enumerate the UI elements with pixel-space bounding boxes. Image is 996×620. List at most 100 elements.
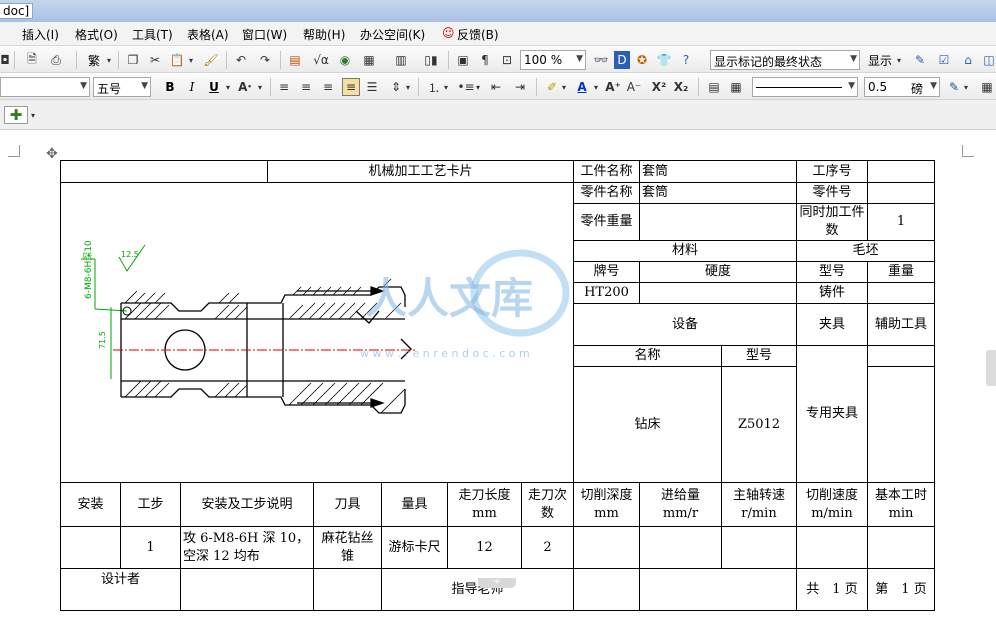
zoom-select[interactable]: 100 % ▼ <box>520 50 586 70</box>
subscript-icon[interactable]: X₂ <box>672 78 690 96</box>
row-spindle-speed <box>721 526 797 569</box>
chevron-down-icon[interactable]: ▾ <box>104 51 114 69</box>
grade-label: 牌号 <box>573 261 640 283</box>
document-map-icon[interactable]: ▣ <box>454 51 472 69</box>
menu-help[interactable]: 帮助(H) <box>303 26 345 43</box>
bullet-list-icon[interactable]: •≡ <box>457 78 474 96</box>
cut-icon[interactable]: ✂ <box>146 51 164 69</box>
d-icon[interactable]: D <box>614 51 630 69</box>
menu-insert[interactable]: 插入(I) <box>22 26 59 43</box>
reviewing-pane-icon[interactable]: ◫ <box>982 51 996 69</box>
undo-icon[interactable]: ↶ <box>232 51 250 69</box>
open-icon[interactable]: ◘ <box>0 51 10 69</box>
line-weight-select[interactable]: 0.5 磅 ▼ <box>864 77 940 97</box>
align-center-icon[interactable]: ≡ <box>298 78 314 96</box>
line-style-preview <box>756 87 842 88</box>
accept-change-icon[interactable]: ☑ <box>936 51 952 69</box>
print-icon[interactable]: ⎙ <box>46 51 66 69</box>
home-icon[interactable]: ⌂ <box>960 51 976 69</box>
align-left-icon[interactable]: ≡ <box>276 78 292 96</box>
thread-callout: 6-M8-6H深10 <box>83 240 94 299</box>
show-button[interactable]: 显示 <box>866 51 894 69</box>
chevron-down-icon[interactable]: ▾ <box>894 51 904 69</box>
distribute-icon[interactable]: ☰ <box>364 78 380 96</box>
markup-mode-select[interactable]: 显示标记的最终状态 ▼ <box>710 50 860 70</box>
text-box-icon[interactable]: ▤ <box>706 78 722 96</box>
chevron-down-icon[interactable]: ▾ <box>256 78 264 96</box>
globe-icon[interactable]: ◉ <box>336 51 354 69</box>
italic-button[interactable]: I <box>184 78 200 96</box>
superscript-icon[interactable]: X² <box>650 78 668 96</box>
find-icon[interactable]: 👓 <box>592 51 610 69</box>
menu-feedback[interactable]: 反馈(B) <box>457 26 499 43</box>
aux-tool-label: 辅助工具 <box>867 303 935 346</box>
menu-window[interactable]: 窗口(W) <box>242 26 287 43</box>
bold-button[interactable]: B <box>162 78 178 96</box>
shrink-font-icon[interactable]: A⁻ <box>626 78 642 96</box>
track-changes-icon[interactable]: ✎ <box>912 51 928 69</box>
more-tools-icon[interactable]: ▦ <box>980 78 994 96</box>
pen-color-icon[interactable]: ✎ <box>946 78 962 96</box>
paragraph-mark-icon[interactable]: ¶ <box>476 51 494 69</box>
menu-table[interactable]: 表格(A) <box>187 26 229 43</box>
chart-icon[interactable]: ▯▮ <box>420 51 442 69</box>
numbered-list-icon[interactable]: ⒈ <box>426 78 442 96</box>
decrease-indent-icon[interactable]: ⇤ <box>488 78 504 96</box>
menu-format[interactable]: 格式(O) <box>75 26 118 43</box>
line-style-select[interactable]: ▼ <box>752 77 858 97</box>
insert-table-icon[interactable]: ▤ <box>286 51 304 69</box>
table-move-handle-icon[interactable]: ✥ <box>46 146 58 162</box>
zoom-value: 100 % <box>524 53 563 67</box>
traditional-chinese-button[interactable]: 繁 <box>84 51 104 69</box>
border-icon[interactable]: ▦ <box>728 78 744 96</box>
chevron-down-icon[interactable]: ▾ <box>592 78 600 96</box>
chevron-down-icon[interactable]: ▾ <box>404 78 412 96</box>
columns-icon[interactable]: ▥ <box>392 51 410 69</box>
font-effects-icon[interactable]: A • <box>236 78 254 96</box>
row-feed-times: 2 <box>521 526 574 569</box>
chevron-down-icon[interactable]: ▾ <box>186 51 196 69</box>
paste-icon[interactable]: 📋 <box>168 51 186 69</box>
side-expander[interactable] <box>986 350 996 386</box>
designer-value <box>180 568 314 611</box>
blank-weight-label: 重量 <box>867 261 935 283</box>
table-grid-icon[interactable]: ▦ <box>360 51 378 69</box>
row-tool: 麻花钻丝锥 <box>313 526 382 569</box>
font-name-select[interactable]: ▼ <box>0 77 90 97</box>
chevron-down-icon[interactable]: ▾ <box>28 106 38 124</box>
help-icon[interactable]: ? <box>678 51 694 69</box>
line-spacing-icon[interactable]: ⇕ <box>388 78 404 96</box>
underline-button[interactable]: U <box>206 78 222 96</box>
gift-icon[interactable]: ✪ <box>634 51 650 69</box>
page-view-icon[interactable]: ⊡ <box>498 51 516 69</box>
chevron-down-icon[interactable]: ▾ <box>560 78 568 96</box>
font-color-icon[interactable]: A <box>574 78 590 96</box>
highlight-icon[interactable]: ✐ <box>544 78 560 96</box>
chevron-down-icon[interactable]: ▾ <box>962 78 970 96</box>
part-weight-value <box>639 203 797 241</box>
menu-office-space[interactable]: 办公空间(K) <box>360 26 425 43</box>
chevron-down-icon[interactable]: ▾ <box>474 78 482 96</box>
part-drawing: 6-M8-6H深10 12.5 71.5 <box>60 182 574 483</box>
chevron-down-icon[interactable]: ▾ <box>224 78 232 96</box>
print-preview-icon[interactable]: 🗎 <box>22 51 42 69</box>
align-right-icon[interactable]: ≡ <box>320 78 336 96</box>
add-icon[interactable]: ✚ <box>4 106 28 124</box>
chevron-down-icon: ▼ <box>930 81 937 91</box>
format-painter-icon[interactable]: 🖌 <box>202 51 220 69</box>
redo-icon[interactable]: ↷ <box>256 51 274 69</box>
part-no-value <box>867 182 935 204</box>
shirt-icon[interactable]: 👕 <box>656 51 672 69</box>
chevron-down-icon[interactable]: ▾ <box>442 78 450 96</box>
blank-footer-3 <box>639 568 797 611</box>
add-row-handle[interactable]: + <box>478 578 516 588</box>
dimension-label: 71.5 <box>98 331 107 349</box>
formula-icon[interactable]: √α <box>310 51 332 69</box>
justify-icon[interactable]: ≡ <box>342 78 360 96</box>
menu-tools[interactable]: 工具(T) <box>132 26 173 43</box>
copy-icon[interactable]: ❐ <box>124 51 142 69</box>
font-size-select[interactable]: 五号 ▼ <box>93 77 151 97</box>
grow-font-icon[interactable]: A⁺ <box>604 78 622 96</box>
hardness-value <box>639 282 797 304</box>
increase-indent-icon[interactable]: ⇥ <box>512 78 528 96</box>
